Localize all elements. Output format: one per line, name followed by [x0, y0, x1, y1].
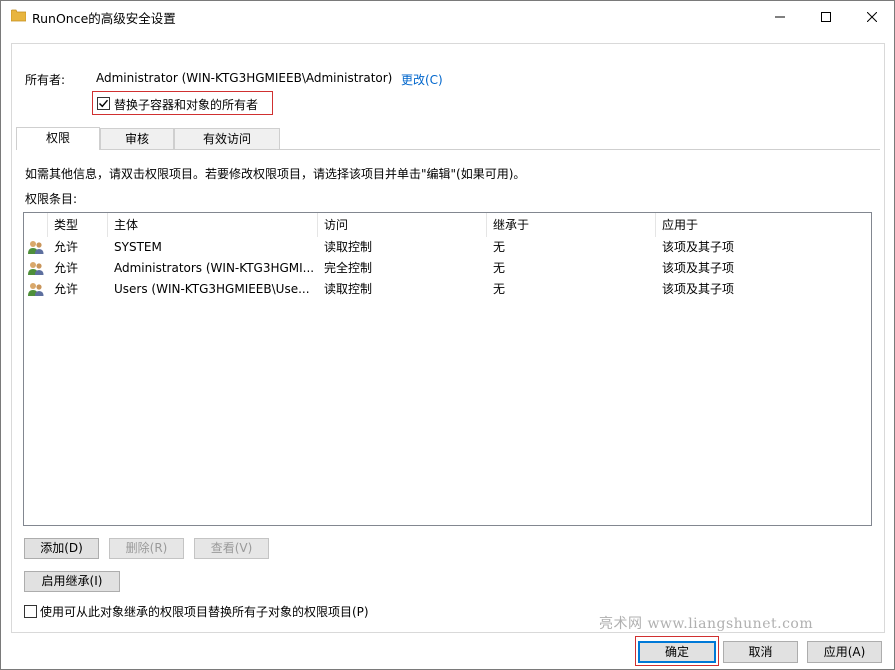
row-access: 读取控制: [324, 240, 373, 254]
close-icon: [867, 11, 877, 22]
owner-label: 所有者:: [25, 73, 66, 87]
replace-owner-checkbox[interactable]: [97, 97, 110, 110]
info-text: 如需其他信息，请双击权限项目。若要修改权限项目，请选择该项目并单击"编辑"(如果…: [25, 167, 526, 181]
row-access: 读取控制: [324, 282, 373, 296]
user-group-icon: [28, 283, 44, 296]
row-principal: Administrators (WIN-KTG3HGMI...: [114, 261, 314, 275]
row-type: 允许: [54, 240, 79, 254]
window-title: RunOnce的高级安全设置: [32, 11, 176, 26]
title-bar: RunOnce的高级安全设置: [1, 1, 894, 32]
client-area: 所有者: Administrator (WIN-KTG3HGMIEEB\Admi…: [11, 43, 885, 633]
security-settings-window: RunOnce的高级安全设置 所有者: Administrator (WIN-K…: [0, 0, 895, 670]
close-button[interactable]: [849, 1, 895, 32]
row-principal: SYSTEM: [114, 240, 162, 254]
remove-button[interactable]: 删除(R): [109, 538, 184, 559]
view-button[interactable]: 查看(V): [194, 538, 269, 559]
owner-value: Administrator (WIN-KTG3HGMIEEB\Administr…: [96, 71, 393, 85]
table-row[interactable]: 允许 Administrators (WIN-KTG3HGMI... 完全控制 …: [24, 258, 871, 279]
tab-auditing[interactable]: 审核: [100, 128, 174, 149]
row-inherited: 无: [493, 240, 506, 254]
list-header: 类型 主体 访问 继承于 应用于: [24, 213, 871, 237]
replace-owner-highlight: 替换子容器和对象的所有者: [92, 91, 273, 115]
row-type: 允许: [54, 261, 79, 275]
maximize-icon: [821, 11, 831, 22]
row-access: 完全控制: [324, 261, 373, 275]
column-header-access[interactable]: 访问: [318, 213, 487, 237]
folder-icon: [11, 9, 26, 22]
minimize-icon: [775, 16, 785, 17]
replace-child-permissions-label[interactable]: 使用可从此对象继承的权限项目替换所有子对象的权限项目(P): [40, 603, 369, 620]
row-type: 允许: [54, 282, 79, 296]
tab-divider: [16, 149, 880, 150]
tab-effective-access[interactable]: 有效访问: [174, 128, 280, 149]
watermark: 亮术网 www.liangshunet.com: [599, 616, 814, 632]
column-header-icon: [24, 213, 48, 237]
apply-button[interactable]: 应用(A): [807, 641, 882, 663]
column-header-principal[interactable]: 主体: [108, 213, 318, 237]
maximize-button[interactable]: [803, 1, 849, 32]
replace-owner-label[interactable]: 替换子容器和对象的所有者: [114, 96, 258, 113]
user-group-icon: [28, 262, 44, 275]
row-applies: 该项及其子项: [662, 261, 735, 275]
change-owner-link[interactable]: 更改(C): [401, 71, 443, 88]
enable-inheritance-button[interactable]: 启用继承(I): [24, 571, 120, 592]
row-applies: 该项及其子项: [662, 240, 735, 254]
add-button[interactable]: 添加(D): [24, 538, 99, 559]
column-header-type[interactable]: 类型: [48, 213, 108, 237]
column-header-applies[interactable]: 应用于: [656, 213, 871, 237]
table-row[interactable]: 允许 SYSTEM 读取控制 无 该项及其子项: [24, 237, 871, 258]
checkmark-icon: [99, 99, 109, 108]
row-inherited: 无: [493, 282, 506, 296]
replace-child-permissions-checkbox[interactable]: [24, 605, 37, 618]
column-header-inherited[interactable]: 继承于: [487, 213, 656, 237]
tab-permissions[interactable]: 权限: [16, 127, 100, 150]
row-principal: Users (WIN-KTG3HGMIEEB\Use...: [114, 282, 310, 296]
permission-entries-list[interactable]: 类型 主体 访问 继承于 应用于 允许 SYSTEM 读取控制 无 该项及其子项: [23, 212, 872, 526]
row-inherited: 无: [493, 261, 506, 275]
cancel-button[interactable]: 取消: [723, 641, 798, 663]
row-applies: 该项及其子项: [662, 282, 735, 296]
user-group-icon: [28, 241, 44, 254]
ok-button[interactable]: 确定: [638, 641, 716, 663]
permission-entries-label: 权限条目:: [25, 192, 78, 206]
table-row[interactable]: 允许 Users (WIN-KTG3HGMIEEB\Use... 读取控制 无 …: [24, 279, 871, 300]
minimize-button[interactable]: [757, 1, 803, 32]
